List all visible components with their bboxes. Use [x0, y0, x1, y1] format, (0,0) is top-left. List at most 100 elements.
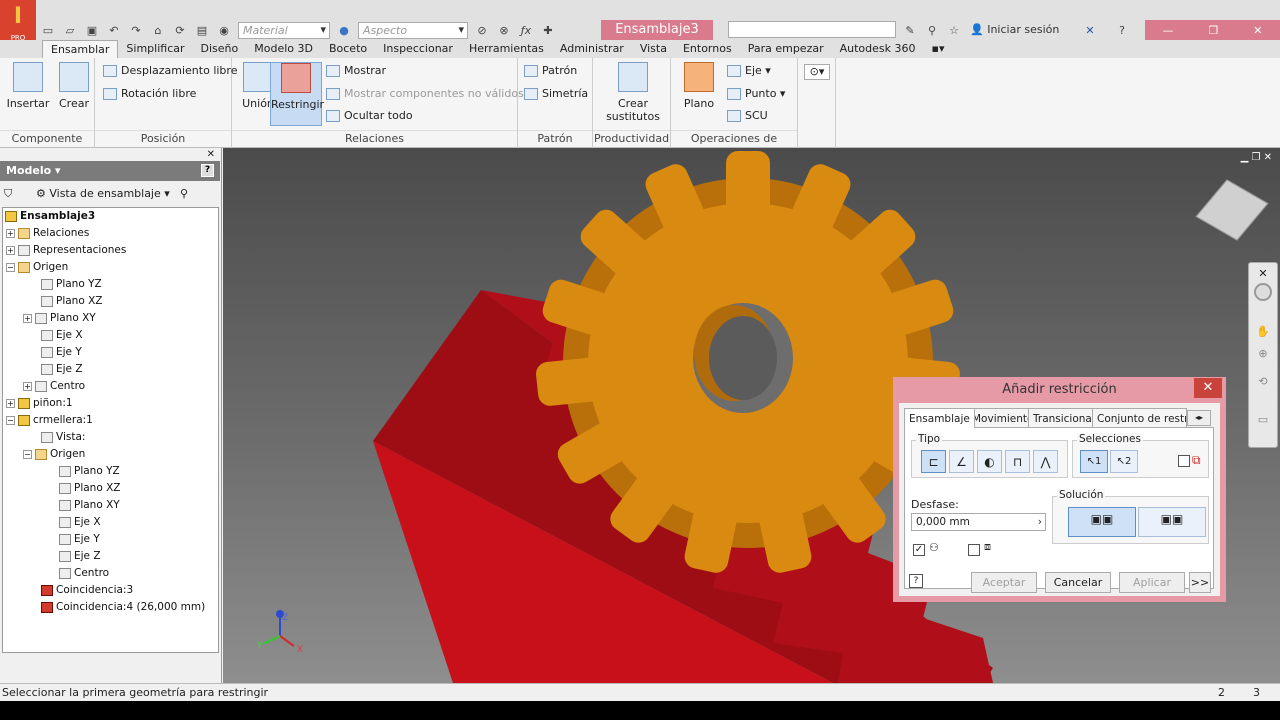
expand-icon[interactable]: + — [6, 245, 15, 255]
crear-button[interactable]: Crear — [50, 62, 98, 110]
crear-sustitutos-button[interactable]: Crear sustitutos — [603, 62, 663, 123]
scu-button[interactable]: SCU — [727, 107, 768, 125]
collapse-icon[interactable]: − — [23, 449, 32, 459]
tree-node-coincidencia-4[interactable]: Coincidencia:4 (26,000 mm) — [41, 599, 205, 616]
tree-node-eje-y[interactable]: Eje Y — [41, 344, 82, 361]
help-icon[interactable]: ? — [1114, 23, 1130, 37]
selection-2-button[interactable]: ↖2 — [1110, 450, 1138, 473]
collapse-icon[interactable]: − — [6, 415, 15, 425]
panel-label-operaciones[interactable]: Operaciones de trabajo — [671, 130, 797, 161]
filter-icon[interactable]: ⛉ — [4, 182, 12, 206]
tree-node-eje-x[interactable]: Eje X — [41, 327, 83, 344]
tree-node-vista[interactable]: Vista: — [41, 429, 85, 446]
tree-node-eje-z-2[interactable]: Eje Z — [59, 548, 101, 565]
eje-button[interactable]: Eje ▾ — [727, 62, 771, 80]
tree-node-plano-yz-2[interactable]: Plano YZ — [59, 463, 120, 480]
look-at-icon[interactable]: ▭ — [1249, 413, 1277, 426]
close-icon[interactable]: ✕ — [1253, 24, 1262, 37]
panel-label-componente[interactable]: Componente — [0, 130, 94, 146]
expand-icon[interactable]: + — [23, 313, 32, 323]
save-icon[interactable]: ▣ — [84, 23, 100, 37]
undo-icon[interactable]: ↶ — [106, 23, 122, 37]
rotacion-libre-button[interactable]: Rotación libre — [103, 85, 196, 103]
desfase-input[interactable]: 0,000 mm › — [911, 513, 1046, 531]
more-button[interactable]: >> — [1189, 572, 1211, 593]
select-icon[interactable]: ▤ — [194, 23, 210, 37]
tab-herramientas[interactable]: Herramientas — [461, 40, 552, 58]
tree-node-eje-z[interactable]: Eje Z — [41, 361, 83, 378]
tab-para-empezar[interactable]: Para empezar — [740, 40, 832, 58]
tree-node-representaciones[interactable]: + Representaciones — [6, 242, 126, 259]
tab-modelo-3d[interactable]: Modelo 3D — [246, 40, 321, 58]
signin-link[interactable]: 👤 Iniciar sesión — [970, 20, 1059, 40]
orbit-icon[interactable]: ⟲ — [1249, 375, 1277, 388]
dialog-title-bar[interactable]: Añadir restricción ✕ — [893, 377, 1226, 403]
panel-label-posicion[interactable]: Posición — [95, 130, 231, 146]
insert-constraint-button[interactable]: ⊓ — [1005, 450, 1030, 473]
tree-node-eje-y-2[interactable]: Eje Y — [59, 531, 100, 548]
tools-icon[interactable]: ✎ — [902, 23, 918, 37]
binoculars-icon[interactable]: ⚲ — [924, 23, 940, 37]
expand-icon[interactable]: + — [6, 228, 15, 238]
star-icon[interactable]: ☆ — [946, 23, 962, 37]
tab-administrar[interactable]: Administrar — [552, 40, 632, 58]
restringir-button[interactable]: Restringir — [270, 62, 324, 126]
viewport-minimize-icon[interactable]: ▁ — [1241, 152, 1252, 163]
appearance-select[interactable]: Aspecto — [358, 21, 468, 39]
panel-label-relaciones[interactable]: Relaciones — [232, 130, 517, 146]
preview-checkbox[interactable]: ✓ — [913, 544, 925, 556]
tree-node-plano-xz[interactable]: Plano XZ — [41, 293, 103, 310]
view-selector[interactable]: ⚙ Vista de ensamblaje ▾ — [36, 187, 170, 200]
tree-node-origen-2[interactable]: − Origen — [23, 446, 85, 463]
flush-solution-button[interactable]: ▣▣ — [1138, 507, 1206, 537]
fx-icon[interactable]: ƒx — [518, 23, 534, 37]
tree-node-cremallera[interactable]: − crmellera:1 — [6, 412, 93, 429]
tangent-constraint-button[interactable]: ◐ — [977, 450, 1002, 473]
measure-icon[interactable]: ✚ — [540, 23, 556, 37]
pan-icon[interactable]: ✋ — [1249, 325, 1277, 338]
dialog-help-icon[interactable]: ? — [909, 574, 923, 588]
desplazamiento-libre-button[interactable]: Desplazamiento libre — [103, 62, 237, 80]
collapse-icon[interactable]: − — [6, 262, 15, 272]
mate-constraint-button[interactable]: ⊏ — [921, 450, 946, 473]
tab-simplificar[interactable]: Simplificar — [118, 40, 192, 58]
tree-node-eje-x-2[interactable]: Eje X — [59, 514, 101, 531]
tree-node-plano-xy-2[interactable]: Plano XY — [59, 497, 120, 514]
first-part-checkbox[interactable] — [1178, 455, 1190, 467]
tree-node-centro[interactable]: + Centro — [23, 378, 85, 395]
plano-button[interactable]: Plano — [675, 62, 723, 110]
simetria-button[interactable]: Simetría — [524, 85, 588, 103]
patron-button[interactable]: Patrón — [524, 62, 577, 80]
tab-vista[interactable]: Vista — [632, 40, 675, 58]
viewport-restore-icon[interactable]: ❐ — [1251, 152, 1263, 163]
tree-node-relaciones[interactable]: + Relaciones — [6, 225, 89, 242]
redo-icon[interactable]: ↷ — [128, 23, 144, 37]
steering-wheel-icon[interactable] — [1254, 283, 1272, 301]
adjust-icon[interactable]: ⊗ — [496, 23, 512, 37]
minimize-icon[interactable]: — — [1162, 24, 1173, 37]
aplicar-button[interactable]: Aplicar — [1119, 572, 1185, 593]
tree-node-coincidencia-3[interactable]: Coincidencia:3 — [41, 582, 133, 599]
mate-solution-button[interactable]: ▣▣ — [1068, 507, 1136, 537]
tree-node-plano-xz-2[interactable]: Plano XZ — [59, 480, 121, 497]
tree-node-plano-xy[interactable]: + Plano XY — [23, 310, 96, 327]
cancelar-button[interactable]: Cancelar — [1045, 572, 1111, 593]
tree-node-root[interactable]: Ensamblaje3 — [5, 208, 95, 225]
panel-label-productividad[interactable]: Productividad — [593, 130, 670, 146]
mostrar-button[interactable]: Mostrar — [326, 62, 386, 80]
dialog-close-button[interactable]: ✕ — [1194, 378, 1222, 398]
maximize-icon[interactable]: ❐ — [1208, 24, 1218, 37]
viewport-close-icon[interactable]: ✕ — [1264, 152, 1272, 163]
punto-button[interactable]: Punto ▾ — [727, 85, 785, 103]
mostrar-componentes-button[interactable]: Mostrar componentes no válidos — [326, 85, 524, 103]
tree-node-pinon[interactable]: + piñon:1 — [6, 395, 73, 412]
browser-header[interactable]: Modelo ▾? — [0, 161, 220, 181]
appearance-icon[interactable]: ● — [336, 23, 352, 37]
find-icon[interactable]: ⚲ — [180, 182, 188, 206]
expand-icon[interactable]: + — [6, 398, 15, 408]
tab-ensamblar[interactable]: Ensamblar — [42, 40, 119, 58]
predict-offset-checkbox[interactable] — [968, 544, 980, 556]
symmetry-constraint-button[interactable]: ⋀ — [1033, 450, 1058, 473]
clear-appearance-icon[interactable]: ⊘ — [474, 23, 490, 37]
angle-constraint-button[interactable]: ∠ — [949, 450, 974, 473]
